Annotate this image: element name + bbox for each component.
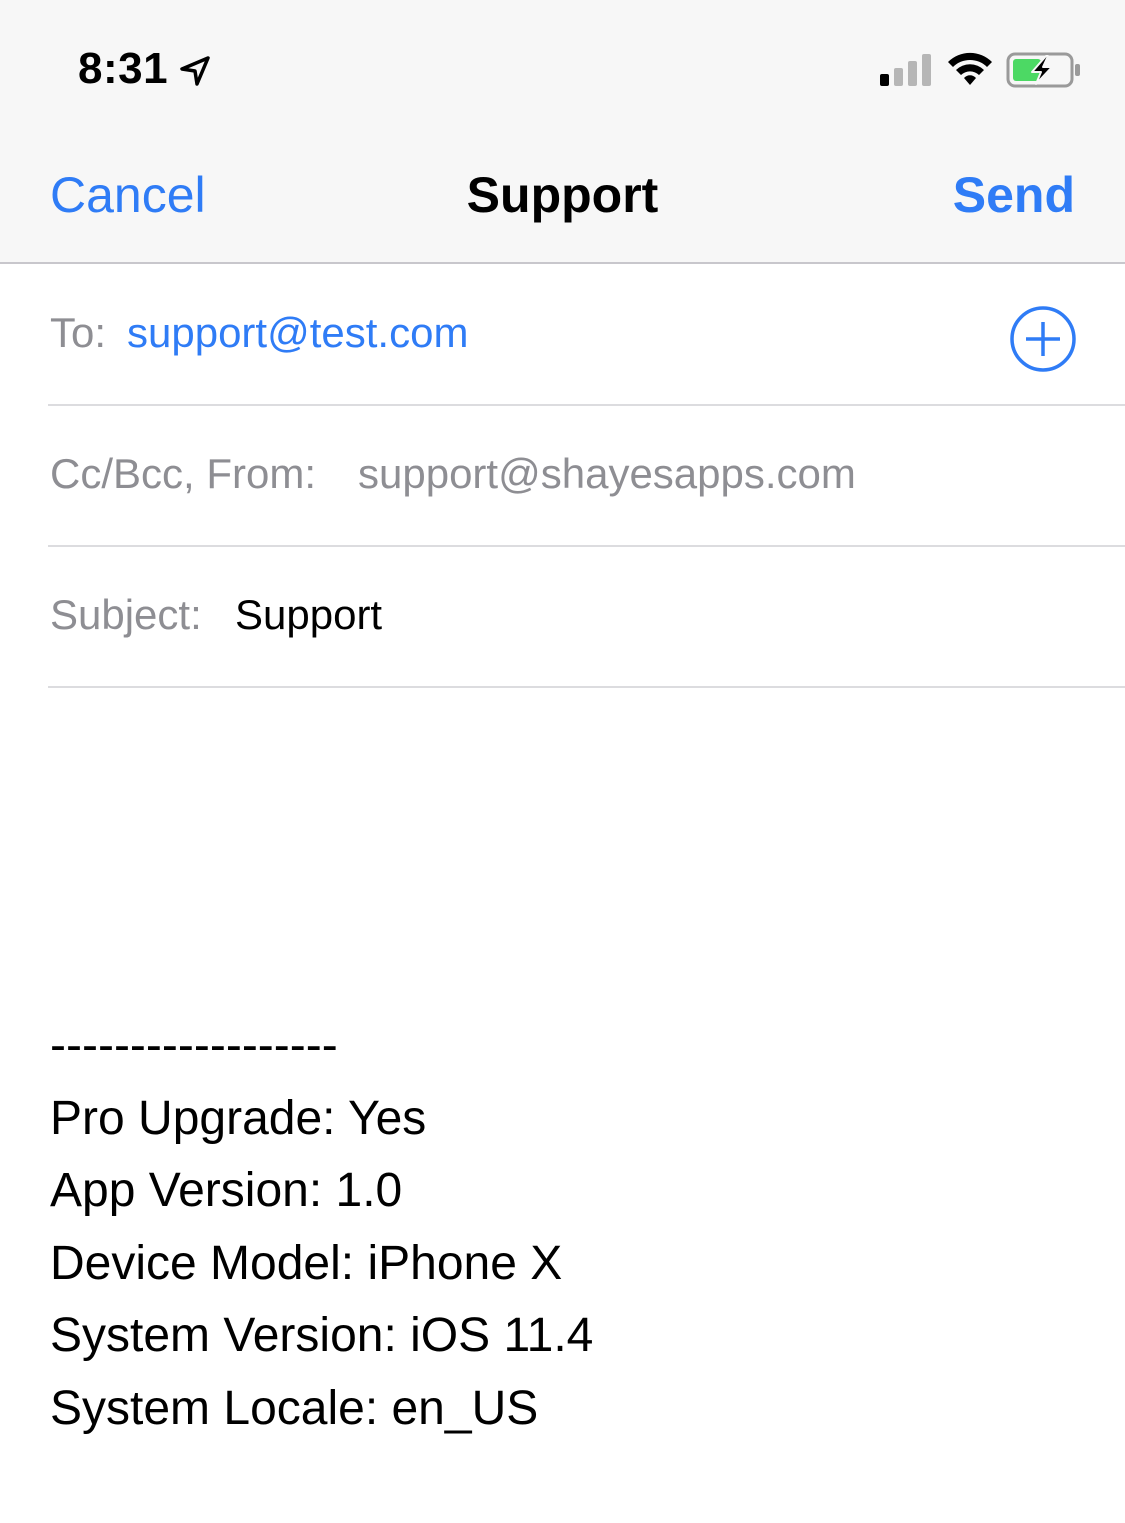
message-body[interactable]: ------------------ Pro Upgrade: Yes App … bbox=[50, 1010, 1090, 1445]
body-line-system-version: System Version: iOS 11.4 bbox=[50, 1309, 594, 1362]
cellular-signal-icon bbox=[880, 54, 931, 86]
location-arrow-icon bbox=[180, 56, 210, 86]
body-line-system-locale: System Locale: en_US bbox=[50, 1381, 539, 1435]
subject-label: Subject: bbox=[50, 591, 202, 638]
body-separator: ------------------ bbox=[50, 1019, 338, 1072]
cancel-button[interactable]: Cancel bbox=[50, 170, 206, 220]
battery-charging-icon bbox=[1006, 52, 1080, 88]
body-line-pro-upgrade: Pro Upgrade: Yes bbox=[50, 1091, 427, 1145]
status-time: 8:31 bbox=[78, 44, 169, 93]
wifi-icon bbox=[948, 52, 992, 85]
from-address[interactable]: support@shayesapps.com bbox=[358, 453, 856, 495]
cc-bcc-from-field[interactable]: Cc/Bcc, From: support@shayesapps.com bbox=[48, 407, 1125, 547]
send-button[interactable]: Send bbox=[953, 170, 1075, 220]
subject-input[interactable]: Support bbox=[235, 594, 382, 636]
cc-bcc-from-label: Cc/Bcc, From: bbox=[50, 450, 317, 497]
to-label: To: bbox=[50, 309, 107, 356]
subject-field[interactable]: Subject: Support bbox=[48, 548, 1125, 688]
to-field[interactable]: To: support@test.com bbox=[48, 266, 1125, 406]
navigation-area: 8:31 Cancel Support Send bbox=[0, 0, 1125, 264]
body-line-app-version: App Version: 1.0 bbox=[50, 1164, 403, 1217]
body-line-device-model: Device Model: iPhone X bbox=[50, 1236, 563, 1290]
to-recipient[interactable]: support@test.com bbox=[127, 312, 468, 354]
add-contact-icon[interactable] bbox=[1008, 304, 1078, 374]
